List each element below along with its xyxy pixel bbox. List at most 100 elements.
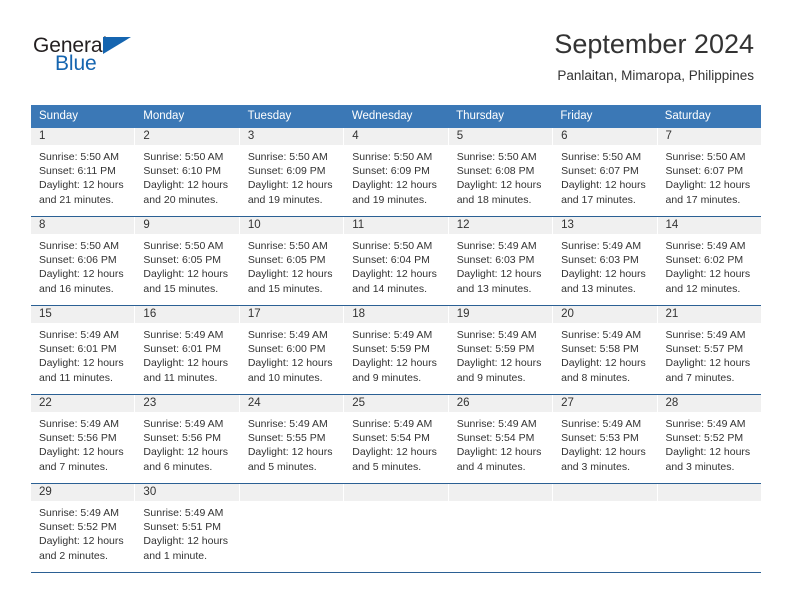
calendar-day-cell[interactable]: 17 Sunrise: 5:49 AM Sunset: 6:00 PM Dayligh…: [239, 306, 345, 394]
day-sun-info: Sunrise: 5:50 AM Sunset: 6:04 PM Daylight:…: [344, 234, 447, 304]
day-sun-info: Sunrise: 5:50 AM Sunset: 6:10 PM Daylight:…: [135, 145, 238, 215]
weekday-header-monday: Monday: [143, 110, 185, 122]
sunset-text: Sunset: 5:56 PM: [39, 432, 117, 445]
day-number: 25: [344, 395, 448, 412]
day-number: 26: [448, 395, 553, 412]
day-sun-info: Sunrise: 5:49 AM Sunset: 5:54 PM Daylight:…: [344, 412, 447, 482]
calendar-day-cell-empty: [448, 484, 554, 572]
calendar-day-cell[interactable]: 14 Sunrise: 5:49 AM Sunset: 6:02 PM Dayligh…: [657, 217, 761, 305]
day-number: 14: [657, 217, 761, 234]
calendar-day-cell[interactable]: 21 Sunrise: 5:49 AM Sunset: 5:57 PM Dayligh…: [657, 306, 761, 394]
sunrise-text: Sunrise: 5:49 AM: [561, 418, 642, 430]
calendar-day-cell[interactable]: 8 Sunrise: 5:50 AM Sunset: 6:06 PM Daylight…: [31, 217, 136, 305]
day-number: [239, 484, 344, 501]
calendar-day-cell[interactable]: 5 Sunrise: 5:50 AM Sunset: 6:08 PM Daylight…: [448, 128, 554, 216]
calendar-day-cell[interactable]: 13 Sunrise: 5:49 AM Sunset: 6:03 PM Dayligh…: [553, 217, 658, 305]
weekday-header-tuesday: Tuesday: [247, 110, 292, 122]
day-number: 4: [344, 128, 448, 145]
sunrise-text: Sunrise: 5:50 AM: [143, 151, 224, 163]
calendar-day-cell[interactable]: 20 Sunrise: 5:49 AM Sunset: 5:58 PM Dayligh…: [553, 306, 658, 394]
calendar-day-cell[interactable]: 28 Sunrise: 5:49 AM Sunset: 5:52 PM Dayligh…: [657, 395, 761, 483]
daylight-text: Daylight: 12 hours and 11 minutes.: [39, 357, 124, 384]
sunset-text: Sunset: 6:11 PM: [39, 165, 116, 178]
day-sun-info: Sunrise: 5:49 AM Sunset: 5:52 PM Daylight:…: [31, 501, 134, 571]
daylight-text: Daylight: 12 hours and 9 minutes.: [456, 357, 542, 384]
sunrise-text: Sunrise: 5:49 AM: [247, 418, 328, 430]
sunset-text: Sunset: 5:53 PM: [561, 432, 639, 445]
calendar-day-cell[interactable]: 15 Sunrise: 5:49 AM Sunset: 6:01 PM Dayligh…: [31, 306, 136, 394]
daylight-text: Daylight: 12 hours and 12 minutes.: [665, 268, 751, 295]
day-sun-info: Sunrise: 5:50 AM Sunset: 6:08 PM Daylight:…: [449, 145, 552, 215]
sunset-text: Sunset: 5:56 PM: [143, 432, 222, 445]
day-number: 30: [135, 484, 239, 501]
day-sun-info: Sunrise: 5:50 AM Sunset: 6:11 PM Daylight:…: [31, 145, 134, 215]
flag-icon: [103, 37, 131, 54]
calendar-day-cell[interactable]: 29 Sunrise: 5:49 AM Sunset: 5:52 PM Dayligh…: [31, 484, 136, 572]
calendar-day-cell[interactable]: 24 Sunrise: 5:49 AM Sunset: 5:55 PM Dayligh…: [239, 395, 345, 483]
day-number: 29: [31, 484, 135, 501]
day-sun-info: Sunrise: 5:49 AM Sunset: 5:52 PM Daylight:…: [658, 412, 761, 482]
weekday-header-wednesday: Wednesday: [351, 110, 413, 122]
day-sun-info: Sunrise: 5:49 AM Sunset: 6:00 PM Daylight:…: [240, 323, 343, 393]
day-number: 11: [344, 217, 448, 234]
day-number: [657, 484, 761, 501]
sunset-text: Sunset: 5:59 PM: [352, 343, 430, 356]
sunset-text: Sunset: 6:07 PM: [665, 165, 744, 178]
calendar-day-cell-empty: [344, 484, 449, 572]
calendar-day-cell[interactable]: 19 Sunrise: 5:49 AM Sunset: 5:59 PM Dayligh…: [448, 306, 554, 394]
calendar-day-cell[interactable]: 18 Sunrise: 5:49 AM Sunset: 5:59 PM Dayligh…: [344, 306, 449, 394]
sunrise-text: Sunrise: 5:49 AM: [143, 418, 224, 430]
day-number: 19: [448, 306, 553, 323]
daylight-text: Daylight: 12 hours and 13 minutes.: [561, 268, 646, 295]
calendar-day-cell[interactable]: 10 Sunrise: 5:50 AM Sunset: 6:05 PM Dayligh…: [239, 217, 345, 305]
sunset-text: Sunset: 6:10 PM: [143, 165, 222, 178]
daylight-text: Daylight: 12 hours and 14 minutes.: [352, 268, 437, 295]
calendar-day-cell[interactable]: 3 Sunrise: 5:50 AM Sunset: 6:09 PM Daylight…: [239, 128, 345, 216]
calendar-day-cell[interactable]: 26 Sunrise: 5:49 AM Sunset: 5:54 PM Dayligh…: [448, 395, 554, 483]
calendar-day-cell[interactable]: 9 Sunrise: 5:50 AM Sunset: 6:05 PM Daylight…: [135, 217, 240, 305]
calendar-day-cell[interactable]: 27 Sunrise: 5:49 AM Sunset: 5:53 PM Dayligh…: [553, 395, 658, 483]
sunset-text: Sunset: 6:08 PM: [456, 165, 535, 178]
day-sun-info: Sunrise: 5:49 AM Sunset: 5:53 PM Daylight:…: [553, 412, 656, 482]
day-number: 24: [239, 395, 344, 412]
calendar-day-cell[interactable]: 25 Sunrise: 5:49 AM Sunset: 5:54 PM Dayligh…: [344, 395, 449, 483]
day-sun-info: Sunrise: 5:49 AM Sunset: 5:56 PM Daylight:…: [31, 412, 134, 482]
sunset-text: Sunset: 6:09 PM: [352, 165, 430, 178]
day-number: [344, 484, 448, 501]
daylight-text: Daylight: 12 hours and 11 minutes.: [143, 357, 229, 384]
sunrise-text: Sunrise: 5:49 AM: [561, 240, 642, 252]
day-number: 21: [657, 306, 761, 323]
daylight-text: Daylight: 12 hours and 5 minutes.: [247, 446, 333, 473]
sunset-text: Sunset: 6:04 PM: [352, 254, 430, 267]
calendar-day-cell[interactable]: 1 Sunrise: 5:50 AM Sunset: 6:11 PM Daylight…: [31, 128, 136, 216]
daylight-text: Daylight: 12 hours and 16 minutes.: [39, 268, 124, 295]
calendar-day-cell[interactable]: 6 Sunrise: 5:50 AM Sunset: 6:07 PM Daylight…: [553, 128, 658, 216]
brand-name-blue: Blue: [55, 52, 97, 75]
brand-logo: General Blue: [33, 34, 233, 82]
day-sun-info: Sunrise: 5:49 AM Sunset: 5:59 PM Daylight:…: [344, 323, 447, 393]
page-subtitle: Panlaitan, Mimaropa, Philippines: [557, 68, 754, 83]
calendar-week-row: 1 Sunrise: 5:50 AM Sunset: 6:11 PM Daylight…: [31, 128, 761, 217]
sunrise-text: Sunrise: 5:49 AM: [247, 329, 328, 341]
sunrise-text: Sunrise: 5:49 AM: [665, 418, 746, 430]
weekday-header-friday: Friday: [560, 110, 593, 122]
sunrise-text: Sunrise: 5:50 AM: [352, 240, 433, 252]
calendar-day-cell[interactable]: 11 Sunrise: 5:50 AM Sunset: 6:04 PM Dayligh…: [344, 217, 449, 305]
sunset-text: Sunset: 6:09 PM: [247, 165, 326, 178]
sunset-text: Sunset: 6:00 PM: [247, 343, 326, 356]
calendar-day-cell[interactable]: 12 Sunrise: 5:49 AM Sunset: 6:03 PM Dayligh…: [448, 217, 554, 305]
calendar-day-cell-empty: [657, 484, 761, 572]
sunset-text: Sunset: 6:03 PM: [561, 254, 639, 267]
day-sun-info: Sunrise: 5:50 AM Sunset: 6:06 PM Daylight:…: [31, 234, 134, 304]
title-block: September 2024 Panlaitan, Mimaropa, Phil…: [554, 28, 754, 85]
calendar-day-cell[interactable]: 16 Sunrise: 5:49 AM Sunset: 6:01 PM Dayligh…: [135, 306, 240, 394]
calendar-day-cell[interactable]: 4 Sunrise: 5:50 AM Sunset: 6:09 PM Daylight…: [344, 128, 449, 216]
weekday-header-saturday: Saturday: [664, 110, 711, 122]
calendar-week-row: 29 Sunrise: 5:49 AM Sunset: 5:52 PM Dayligh…: [31, 484, 761, 573]
calendar-day-cell[interactable]: 30 Sunrise: 5:49 AM Sunset: 5:51 PM Dayligh…: [135, 484, 240, 572]
calendar-day-cell[interactable]: 2 Sunrise: 5:50 AM Sunset: 6:10 PM Daylight…: [135, 128, 240, 216]
calendar-day-cell[interactable]: 7 Sunrise: 5:50 AM Sunset: 6:07 PM Daylight…: [657, 128, 761, 216]
calendar-day-cell[interactable]: 23 Sunrise: 5:49 AM Sunset: 5:56 PM Dayligh…: [135, 395, 240, 483]
sunrise-text: Sunrise: 5:50 AM: [352, 151, 433, 163]
calendar-day-cell[interactable]: 22 Sunrise: 5:49 AM Sunset: 5:56 PM Dayligh…: [31, 395, 136, 483]
